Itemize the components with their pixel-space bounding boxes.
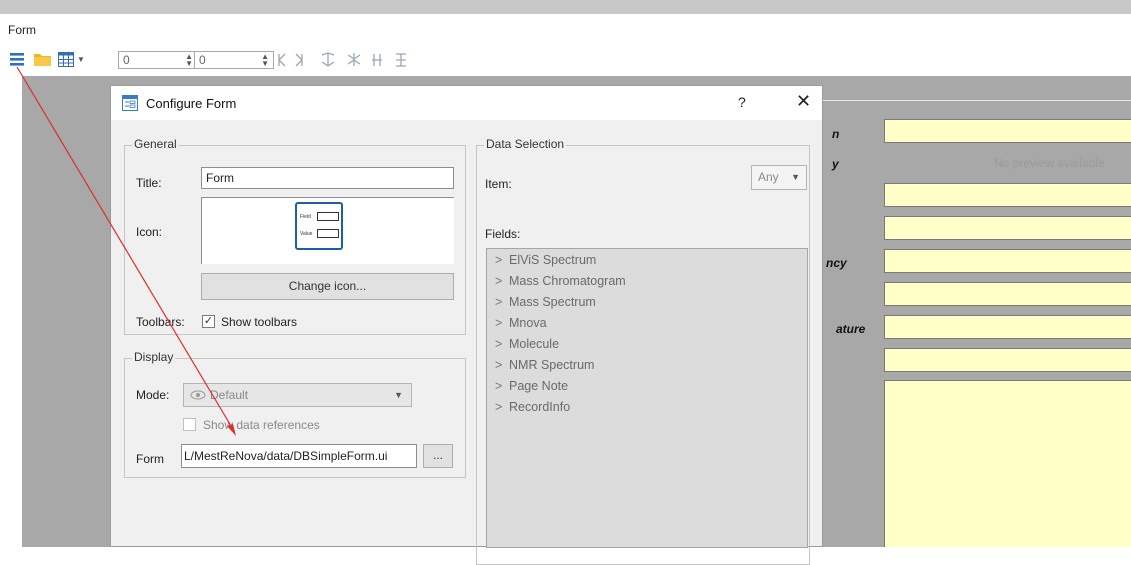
change-icon-button[interactable]: Change icon... bbox=[201, 273, 454, 300]
mode-label: Mode: bbox=[136, 388, 170, 402]
chevron-right-icon: > bbox=[495, 253, 503, 267]
spin-box-1-value: 0 bbox=[123, 53, 130, 67]
toolbars-label: Toolbars: bbox=[136, 315, 185, 329]
tree-item[interactable]: > NMR Spectrum bbox=[495, 358, 594, 372]
show-toolbars-label[interactable]: Show toolbars bbox=[221, 315, 297, 329]
layout-tool-icons[interactable] bbox=[276, 52, 446, 68]
preview-text: No preview available. bbox=[994, 156, 1109, 170]
spin-box-2[interactable]: 0 ▲ ▼ bbox=[194, 51, 274, 69]
chevron-right-icon: > bbox=[495, 337, 503, 351]
menu-icon[interactable] bbox=[10, 53, 24, 66]
fields-label: Fields: bbox=[485, 227, 521, 241]
grid-icon[interactable] bbox=[58, 52, 74, 67]
title-label: Title: bbox=[136, 176, 162, 190]
title-input[interactable]: Form bbox=[201, 167, 454, 189]
form-icon: Field Value bbox=[295, 202, 343, 250]
background-field[interactable] bbox=[884, 282, 1131, 306]
chevron-right-icon: > bbox=[495, 295, 503, 309]
top-strip bbox=[0, 0, 1131, 14]
form-label: Form bbox=[136, 452, 164, 466]
spin-arrows-icon[interactable]: ▲ ▼ bbox=[261, 53, 269, 68]
background-divider bbox=[808, 100, 1131, 101]
show-toolbars-checkbox[interactable]: ✓ bbox=[202, 315, 215, 328]
browse-button[interactable]: ... bbox=[423, 444, 453, 468]
chevron-right-icon: > bbox=[495, 379, 503, 393]
spin-box-2-value: 0 bbox=[199, 53, 206, 67]
background-field[interactable] bbox=[884, 183, 1131, 207]
chevron-right-icon: > bbox=[495, 400, 503, 414]
chevron-down-icon: ▼ bbox=[791, 172, 800, 182]
background-field[interactable] bbox=[884, 216, 1131, 240]
item-label: Item: bbox=[485, 177, 512, 191]
form-path-input[interactable]: L/MestReNova/data/DBSimpleForm.ui bbox=[181, 444, 417, 468]
tree-item[interactable]: > RecordInfo bbox=[495, 400, 570, 414]
form-app-icon bbox=[122, 95, 138, 111]
data-selection-legend: Data Selection bbox=[484, 137, 567, 151]
spin-arrows-icon[interactable]: ▲ ▼ bbox=[185, 53, 193, 68]
show-data-references-label[interactable]: Show data references bbox=[203, 418, 320, 432]
dialog-titlebar: Configure Form ? ✕ bbox=[111, 86, 822, 120]
help-button[interactable]: ? bbox=[738, 94, 746, 110]
tree-item[interactable]: > Mass Chromatogram bbox=[495, 274, 626, 288]
background-label: n bbox=[832, 127, 840, 141]
item-select[interactable]: Any ▼ bbox=[751, 165, 807, 190]
background-text-area[interactable] bbox=[884, 380, 1131, 547]
eye-icon bbox=[190, 390, 206, 400]
configure-form-dialog: Configure Form ? ✕ General Title: Form I… bbox=[110, 85, 823, 565]
chevron-right-icon: > bbox=[495, 274, 503, 288]
icon-field-text: Field bbox=[300, 214, 311, 220]
chevron-right-icon: > bbox=[495, 316, 503, 330]
fields-tree[interactable]: > ElViS Spectrum > Mass Chromatogram > Mass… bbox=[486, 248, 808, 548]
close-button[interactable]: ✕ bbox=[796, 91, 811, 112]
icon-label: Icon: bbox=[136, 225, 163, 239]
background-field[interactable] bbox=[884, 249, 1131, 273]
background-field[interactable] bbox=[884, 315, 1131, 339]
icon-field-box bbox=[317, 212, 339, 221]
tree-item[interactable]: > Mass Spectrum bbox=[495, 295, 596, 309]
chevron-down-icon: ▼ bbox=[394, 390, 403, 400]
background-field[interactable] bbox=[884, 348, 1131, 372]
tree-item[interactable]: > Molecule bbox=[495, 337, 559, 351]
tree-item[interactable]: > ElViS Spectrum bbox=[495, 253, 596, 267]
display-legend: Display bbox=[132, 350, 176, 364]
background-field[interactable] bbox=[884, 119, 1131, 143]
spin-box-1[interactable]: 0 ▲ ▼ bbox=[118, 51, 198, 69]
background-label: ncy bbox=[826, 256, 847, 270]
mode-select[interactable]: Default ▼ bbox=[183, 383, 412, 407]
background-label: ature bbox=[836, 322, 866, 336]
window-title: Form bbox=[8, 23, 36, 37]
mode-value: Default bbox=[210, 388, 249, 402]
icon-value-box bbox=[317, 229, 339, 238]
tree-item[interactable]: > Page Note bbox=[495, 379, 568, 393]
show-data-references-checkbox[interactable] bbox=[183, 418, 196, 431]
tree-item[interactable]: > Mnova bbox=[495, 316, 547, 330]
icon-value-text: Value bbox=[300, 231, 313, 237]
folder-icon[interactable] bbox=[34, 53, 51, 66]
general-legend: General bbox=[132, 137, 179, 151]
background-label: y bbox=[832, 157, 839, 171]
dialog-title: Configure Form bbox=[146, 96, 237, 111]
dropdown-arrow-icon[interactable]: ▼ bbox=[77, 55, 85, 64]
item-value: Any bbox=[758, 170, 779, 184]
chevron-right-icon: > bbox=[495, 358, 503, 372]
